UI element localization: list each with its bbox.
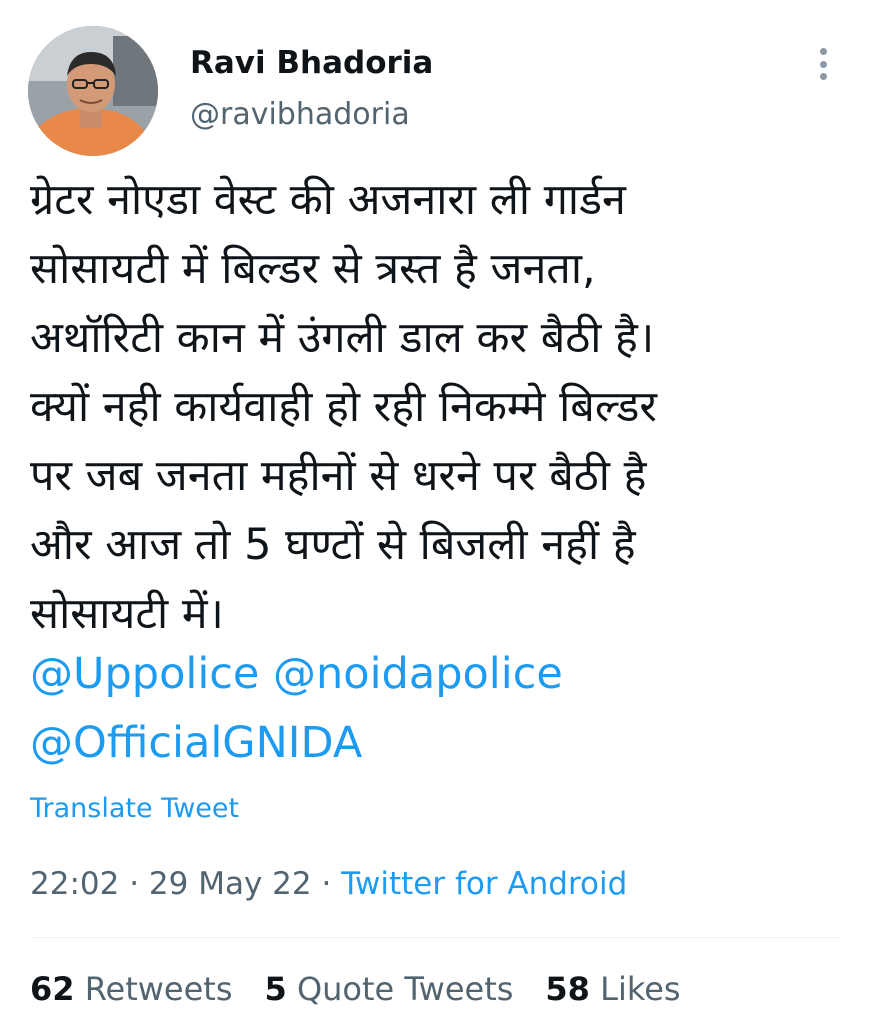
mention-officialgnida[interactable]: @OfficialGNIDA: [30, 718, 362, 768]
tweet-meta: 22:02 · 29 May 22 · Twitter for Android: [30, 866, 627, 902]
quote-tweets-count: 5: [264, 970, 287, 1008]
tweet-line: ग्रेटर नोएडा वेस्ट की अजनारा ली गार्डन: [30, 175, 626, 225]
tweet-mentions: @Uppolice @noidapolice @OfficialGNIDA: [30, 640, 850, 778]
quote-tweets-stat[interactable]: 5 Quote Tweets: [265, 970, 514, 1008]
mention-noidapolice[interactable]: @noidapolice: [273, 649, 563, 699]
tweet-date[interactable]: 29 May 22: [149, 866, 312, 902]
tweet-line: सोसायटी में बिल्डर से त्रस्त है जनता,: [30, 244, 596, 294]
tweet-stats: 62 Retweets 5 Quote Tweets 58 Likes: [30, 970, 681, 1008]
likes-stat[interactable]: 58 Likes: [545, 970, 680, 1008]
retweets-label: Retweets: [84, 970, 233, 1008]
divider: [30, 937, 842, 938]
author-handle[interactable]: @ravibhadoria: [190, 97, 410, 132]
retweets-stat[interactable]: 62 Retweets: [30, 970, 233, 1008]
tweet-line: पर जब जनता महीनों से धरने पर बैठी है: [30, 451, 647, 501]
translate-tweet-link[interactable]: Translate Tweet: [30, 793, 239, 824]
tweet-line: क्यों नही कार्यवाही हो रही निकम्मे बिल्ड…: [30, 382, 657, 432]
tweet-time[interactable]: 22:02: [30, 866, 119, 902]
avatar-photo: [28, 26, 158, 156]
meta-separator: ·: [321, 866, 332, 902]
tweet-line: सोसायटी में।: [30, 589, 224, 639]
tweet-text: ग्रेटर नोएडा वेस्ट की अजनारा ली गार्डन स…: [30, 166, 850, 649]
retweets-count: 62: [30, 970, 75, 1008]
quote-tweets-label: Quote Tweets: [296, 970, 514, 1008]
author-name[interactable]: Ravi Bhadoria: [190, 45, 433, 81]
meta-separator: ·: [129, 866, 140, 902]
tweet-source[interactable]: Twitter for Android: [341, 866, 627, 902]
tweet-line: अथॉरिटी कान में उंगली डाल कर बैठी है।: [30, 313, 655, 363]
likes-label: Likes: [600, 970, 681, 1008]
likes-count: 58: [545, 970, 590, 1008]
avatar[interactable]: [28, 26, 158, 156]
more-vertical-icon[interactable]: [808, 46, 838, 82]
mention-uppolice[interactable]: @Uppolice: [30, 649, 259, 699]
tweet-line: और आज तो 5 घण्टों से बिजली नहीं है: [30, 520, 636, 570]
